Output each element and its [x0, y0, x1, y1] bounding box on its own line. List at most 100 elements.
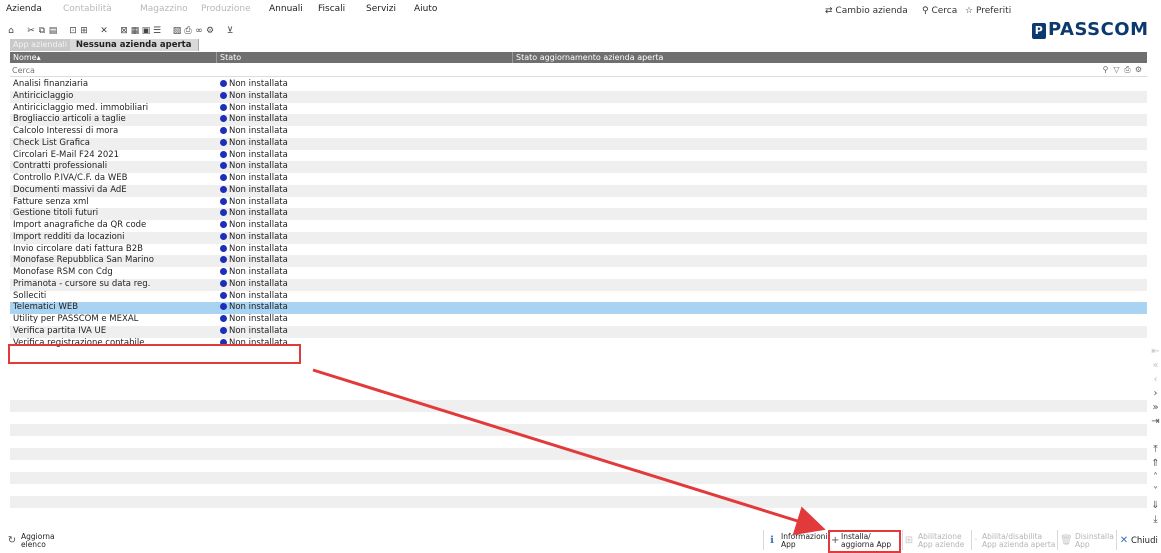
menu-aiuto[interactable]: Aiuto — [414, 4, 437, 14]
status-dot-icon — [220, 162, 227, 170]
search-icon[interactable]: ⚲ — [1101, 64, 1110, 75]
abilita-disabilita-app-button[interactable]: · Abilita/disabilita App azienda aperta — [973, 530, 1055, 552]
app-name-cell: Circolari E-Mail F24 2021 — [13, 149, 120, 160]
copy-icon[interactable]: ⧉ — [37, 25, 47, 37]
status-dot-icon — [220, 268, 227, 275]
calendar-icon[interactable]: ▣ — [141, 25, 151, 37]
status-cell: Non installata — [220, 126, 288, 138]
table-row[interactable]: Analisi finanziaria Non installata — [10, 79, 1147, 91]
column-stato-aggiornamento[interactable]: Stato aggiornamento azienda aperta — [513, 52, 1147, 63]
table-row[interactable]: Utility per PASSCOM e MEXAL Non installat… — [10, 314, 1147, 326]
table-row[interactable]: Import anagrafiche da QR code Non install… — [10, 220, 1147, 232]
table-row[interactable]: Solleciti Non installata — [10, 291, 1147, 303]
app-name-cell: Check List Grafica — [13, 137, 90, 148]
info-icon: ℹ — [770, 535, 774, 546]
grid-icon[interactable]: ⊠ — [119, 25, 129, 37]
table-row[interactable]: Documenti massivi da AdE Non installata — [10, 184, 1147, 197]
print-icon[interactable]: ⎙ — [1123, 64, 1132, 75]
app-name-cell: Documenti massivi da AdE — [13, 184, 127, 195]
calculator-icon[interactable]: ▧ — [172, 25, 182, 37]
status-cell: Non installata — [220, 150, 288, 162]
tool-b-icon[interactable]: ⊞ — [79, 25, 89, 37]
menu-azienda[interactable]: Azienda — [6, 4, 42, 14]
table-row[interactable]: Antiriciclaggio Non installata — [10, 90, 1147, 103]
menu-magazzino[interactable]: Magazzino — [140, 4, 188, 14]
cambio-azienda-link[interactable]: ⇄ Cambio azienda — [825, 6, 908, 16]
table-row[interactable]: Check List Grafica Non installata — [10, 137, 1147, 150]
table-row[interactable]: Invio circolare dati fattura B2B Non inst… — [10, 244, 1147, 256]
table-row[interactable]: Circolari E-Mail F24 2021 Non installata — [10, 150, 1147, 162]
aggiorna-elenco-button[interactable]: ↻ Aggiorna elenco — [6, 530, 55, 552]
app-name-cell: Brogliaccio articoli a taglie — [13, 114, 126, 125]
table-row[interactable]: Monofase Repubblica San Marino Non instal… — [10, 255, 1147, 267]
print-icon[interactable]: ⎙ — [183, 25, 193, 37]
page-up-fast-icon[interactable]: « — [1150, 360, 1161, 372]
tab-app-aziendali[interactable]: App aziendali — [10, 39, 70, 51]
enable-companies-icon: ⊞ — [904, 535, 914, 546]
next-icon[interactable]: › — [1150, 388, 1161, 400]
menu-produzione[interactable]: Produzione — [201, 4, 251, 14]
paste-icon[interactable]: ▤ — [48, 25, 58, 37]
scroll-up-fast-icon[interactable]: ⇑ — [1150, 458, 1161, 470]
preferiti-link[interactable]: ☆ Preferiti — [965, 6, 1011, 16]
menu-annuali[interactable]: Annuali — [269, 4, 303, 14]
table-row[interactable]: Contratti professionali Non installata — [10, 161, 1147, 173]
column-nome[interactable]: Nome▴ — [10, 52, 217, 63]
table-row[interactable]: Antiriciclaggio med. immobiliari Non inst… — [10, 103, 1147, 115]
last-page-icon[interactable]: ⇥ — [1150, 416, 1161, 428]
tab-nessuna-azienda[interactable]: Nessuna azienda aperta — [69, 39, 199, 51]
first-page-icon[interactable]: ⇤ — [1150, 346, 1161, 358]
table-row[interactable]: Brogliaccio articoli a taglie Non install… — [10, 114, 1147, 126]
app-name-cell: Utility per PASSCOM e MEXAL — [13, 314, 139, 324]
close-icon: ✕ — [1119, 535, 1129, 546]
prev-icon[interactable]: ‹ — [1150, 374, 1161, 386]
table-row[interactable]: Telematici WEB Non installata — [10, 302, 1147, 314]
close-x-icon[interactable]: ✕ — [99, 25, 109, 37]
table-row[interactable]: Monofase RSM con Cdg Non installata — [10, 267, 1147, 279]
table-row[interactable]: Verifica partita IVA UE Non installata — [10, 325, 1147, 338]
scroll-bottom-icon[interactable]: ⤓ — [1150, 514, 1161, 526]
app-name-cell: Import redditi da locazioni — [13, 231, 125, 242]
filter-icon[interactable]: ▽ — [1112, 64, 1121, 75]
table-row[interactable]: Import redditi da locazioni Non installat… — [10, 231, 1147, 244]
menu-servizi[interactable]: Servizi — [366, 4, 396, 14]
search-tools: ⚲ ▽ ⎙ ⚙ — [1101, 64, 1143, 75]
list-icon[interactable]: ☰ — [152, 25, 162, 37]
status-dot-icon — [220, 174, 227, 181]
status-cell: Non installata — [220, 161, 288, 173]
abilitazione-app-aziende-button[interactable]: ⊞ Abilitazione App aziende — [903, 530, 965, 552]
link-icon[interactable]: ∞ — [194, 25, 204, 37]
table-row[interactable]: Primanota - cursore su data reg. Non inst… — [10, 278, 1147, 291]
settings-icon[interactable]: ⚙ — [205, 25, 215, 37]
settings-icon[interactable]: ⚙ — [1134, 64, 1143, 75]
status-cell: Non installata — [220, 103, 288, 115]
status-dot-icon — [220, 326, 227, 334]
scroll-up-icon[interactable]: ˄ — [1150, 472, 1161, 484]
home-icon[interactable]: ⌂ — [6, 25, 16, 37]
scroll-top-icon[interactable]: ⤒ — [1150, 444, 1161, 456]
status-dot-icon — [220, 138, 227, 146]
tool-a-icon[interactable]: ⊡ — [68, 25, 78, 37]
chiudi-button[interactable]: ✕ Chiudi — [1119, 530, 1158, 552]
cart-icon[interactable]: ⊻ — [225, 25, 235, 37]
page-down-fast-icon[interactable]: » — [1150, 402, 1161, 414]
star-icon: ☆ — [965, 6, 974, 16]
scroll-down-fast-icon[interactable]: ⇓ — [1150, 500, 1161, 512]
scroll-down-icon[interactable]: ˅ — [1150, 486, 1161, 498]
disinstalla-app-button[interactable]: 🗑 Disinstalla App — [1060, 530, 1114, 552]
table-row[interactable]: Fatture senza xml Non installata — [10, 197, 1147, 209]
menu-fiscali[interactable]: Fiscali — [318, 4, 345, 14]
filter-row: ⚲ ▽ ⎙ ⚙ — [10, 63, 1147, 77]
table-row[interactable]: Gestione titoli futuri Non installata — [10, 208, 1147, 220]
informazioni-app-button[interactable]: ℹ Informazioni App — [766, 530, 827, 552]
cerca-link[interactable]: ⚲ Cerca — [922, 6, 957, 16]
menu-contabilita[interactable]: Contabilità — [63, 4, 112, 14]
table-icon[interactable]: ▦ — [130, 25, 140, 37]
status-dot-icon — [220, 315, 227, 322]
column-stato[interactable]: Stato — [217, 52, 513, 63]
table-row[interactable]: Controllo P.IVA/C.F. da WEB Non installat… — [10, 173, 1147, 185]
status-cell: Non installata — [220, 302, 288, 314]
search-input[interactable] — [12, 65, 212, 75]
table-row[interactable]: Calcolo Interessi di mora Non installata — [10, 126, 1147, 138]
cut-icon[interactable]: ✂ — [26, 25, 36, 37]
